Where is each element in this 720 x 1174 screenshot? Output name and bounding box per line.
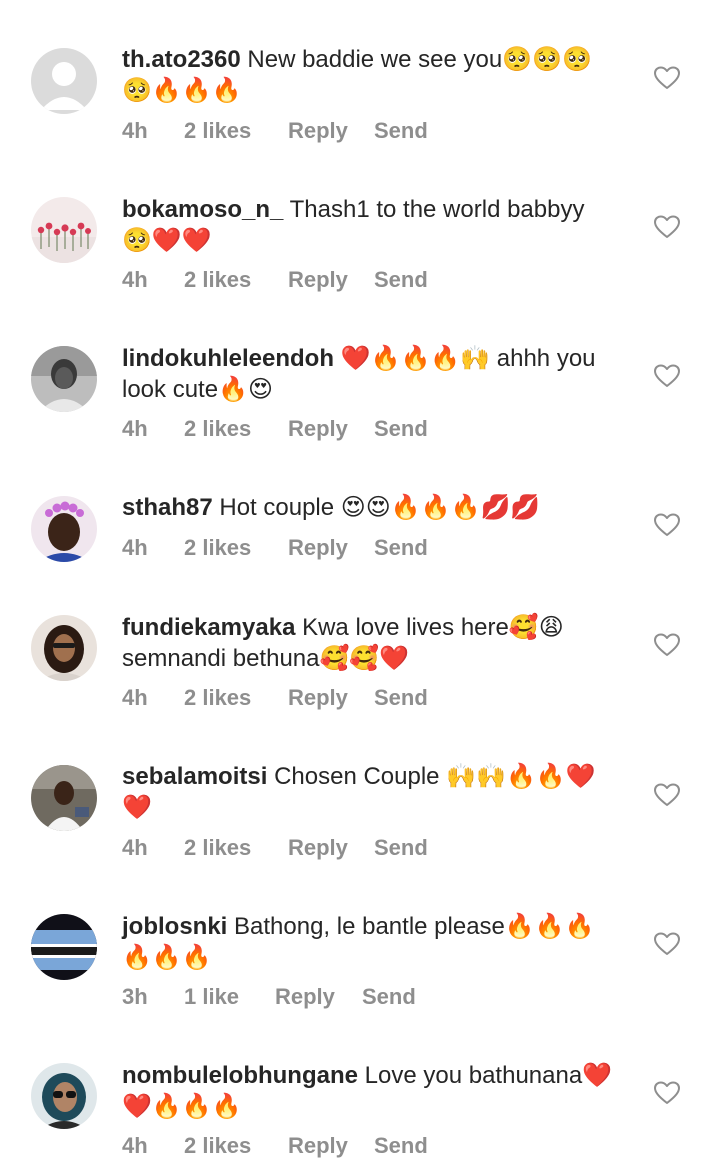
reply-button[interactable]: Reply xyxy=(288,535,348,561)
comment-body-continued: ❤️🔥🔥🔥 xyxy=(122,1093,242,1120)
avatar[interactable] xyxy=(31,197,97,263)
comment-username[interactable]: nombulelobhungane xyxy=(122,1062,358,1089)
send-button[interactable]: Send xyxy=(374,835,428,861)
send-button[interactable]: Send xyxy=(362,984,416,1010)
comment-time: 4h xyxy=(122,685,148,710)
send-button[interactable]: Send xyxy=(374,1133,428,1159)
avatar[interactable] xyxy=(31,914,97,980)
send-button[interactable]: Send xyxy=(374,118,428,144)
heart-icon[interactable] xyxy=(654,513,680,537)
send-button[interactable]: Send xyxy=(374,416,428,442)
comment-body: ❤️🔥🔥🔥🙌 ahhh you xyxy=(334,345,596,372)
comment-time: 4h xyxy=(122,267,148,292)
likes-count[interactable]: 2 likes xyxy=(184,267,251,293)
comment-username[interactable]: lindokuhleleendoh xyxy=(122,345,334,372)
heart-icon[interactable] xyxy=(654,215,680,239)
comment-text: nombulelobhungane Love you bathunana❤️ ❤… xyxy=(122,1060,642,1122)
comment-body: Kwa love lives here🥰😩 xyxy=(295,614,564,641)
selfie-photo-icon xyxy=(31,765,97,831)
heart-icon[interactable] xyxy=(654,1081,680,1105)
avatar[interactable] xyxy=(31,346,97,412)
reply-button[interactable]: Reply xyxy=(288,416,348,442)
reply-button[interactable]: Reply xyxy=(288,835,348,861)
heart-icon[interactable] xyxy=(654,783,680,807)
likes-count[interactable]: 1 like xyxy=(184,984,239,1010)
comment-body-continued: look cute🔥😍 xyxy=(122,376,273,403)
heart-icon[interactable] xyxy=(654,66,680,90)
comment-text: fundiekamyaka Kwa love lives here🥰😩 semn… xyxy=(122,612,642,674)
send-button[interactable]: Send xyxy=(374,535,428,561)
comment-time: 3h xyxy=(122,984,148,1009)
reply-button[interactable]: Reply xyxy=(288,118,348,144)
flowers-photo-icon xyxy=(31,197,97,263)
likes-count[interactable]: 2 likes xyxy=(184,1133,251,1159)
send-button[interactable]: Send xyxy=(374,267,428,293)
flag-photo-icon xyxy=(31,914,97,980)
heart-icon[interactable] xyxy=(654,364,680,388)
comment-text: th.ato2360 New baddie we see you🥺🥺🥺 🥺🔥🔥🔥 xyxy=(122,44,642,106)
avatar[interactable] xyxy=(31,615,97,681)
comment-username[interactable]: joblosnki xyxy=(122,913,227,940)
comment-body: Love you bathunana❤️ xyxy=(357,1062,613,1089)
likes-count[interactable]: 2 likes xyxy=(184,835,251,861)
comment-username[interactable]: sthah87 xyxy=(122,494,213,521)
reply-button[interactable]: Reply xyxy=(275,984,335,1010)
likes-count[interactable]: 2 likes xyxy=(184,685,251,711)
bw-portrait-photo-icon xyxy=(31,346,97,412)
flower-crown-photo-icon xyxy=(31,496,97,562)
reply-button[interactable]: Reply xyxy=(288,1133,348,1159)
comment-body-continued: 🥺🔥🔥🔥 xyxy=(122,77,242,104)
comment-text: lindokuhleleendoh ❤️🔥🔥🔥🙌 ahhh you look c… xyxy=(122,343,642,405)
comment-body-continued: ❤️ xyxy=(122,794,152,821)
comment-body: Bathong, le bantle please🔥🔥🔥 xyxy=(227,913,595,940)
comment-body: Chosen Couple 🙌🙌🔥🔥❤️ xyxy=(267,763,596,790)
send-button[interactable]: Send xyxy=(374,685,428,711)
comment-username[interactable]: fundiekamyaka xyxy=(122,614,295,641)
comment-body-continued: 🥺❤️❤️ xyxy=(122,227,212,254)
comment-text: joblosnki Bathong, le bantle please🔥🔥🔥 🔥… xyxy=(122,911,642,973)
comment-time: 4h xyxy=(122,118,148,143)
comment-text: bokamoso_n_ Thash1 to the world babbyy 🥺… xyxy=(122,194,642,256)
comment-text: sebalamoitsi Chosen Couple 🙌🙌🔥🔥❤️ ❤️ xyxy=(122,761,642,823)
heart-icon[interactable] xyxy=(654,633,680,657)
avatar[interactable] xyxy=(31,48,97,114)
comment-text: sthah87 Hot couple 😍😍🔥🔥🔥💋💋 xyxy=(122,492,642,523)
sunglasses-photo-icon xyxy=(31,1063,97,1129)
comment-time: 4h xyxy=(122,835,148,860)
comment-time: 4h xyxy=(122,535,148,560)
default-avatar-icon xyxy=(31,48,97,114)
portrait-photo-icon xyxy=(31,615,97,681)
comment-time: 4h xyxy=(122,416,148,441)
avatar[interactable] xyxy=(31,765,97,831)
comment-body: Thash1 to the world babbyy xyxy=(283,196,585,223)
comment-body-continued: 🔥🔥🔥 xyxy=(122,944,212,971)
avatar[interactable] xyxy=(31,1063,97,1129)
avatar[interactable] xyxy=(31,496,97,562)
comment-username[interactable]: sebalamoitsi xyxy=(122,763,267,790)
comment-username[interactable]: th.ato2360 xyxy=(122,46,241,73)
reply-button[interactable]: Reply xyxy=(288,267,348,293)
comment-body: New baddie we see you🥺🥺🥺 xyxy=(240,46,592,73)
comment-time: 4h xyxy=(122,1133,148,1158)
likes-count[interactable]: 2 likes xyxy=(184,535,251,561)
likes-count[interactable]: 2 likes xyxy=(184,118,251,144)
comment-body-continued: semnandi bethuna🥰🥰❤️ xyxy=(122,645,410,672)
comment-username[interactable]: bokamoso_n_ xyxy=(122,196,283,223)
reply-button[interactable]: Reply xyxy=(288,685,348,711)
likes-count[interactable]: 2 likes xyxy=(184,416,251,442)
heart-icon[interactable] xyxy=(654,932,680,956)
comment-body: Hot couple 😍😍🔥🔥🔥💋💋 xyxy=(212,494,541,521)
